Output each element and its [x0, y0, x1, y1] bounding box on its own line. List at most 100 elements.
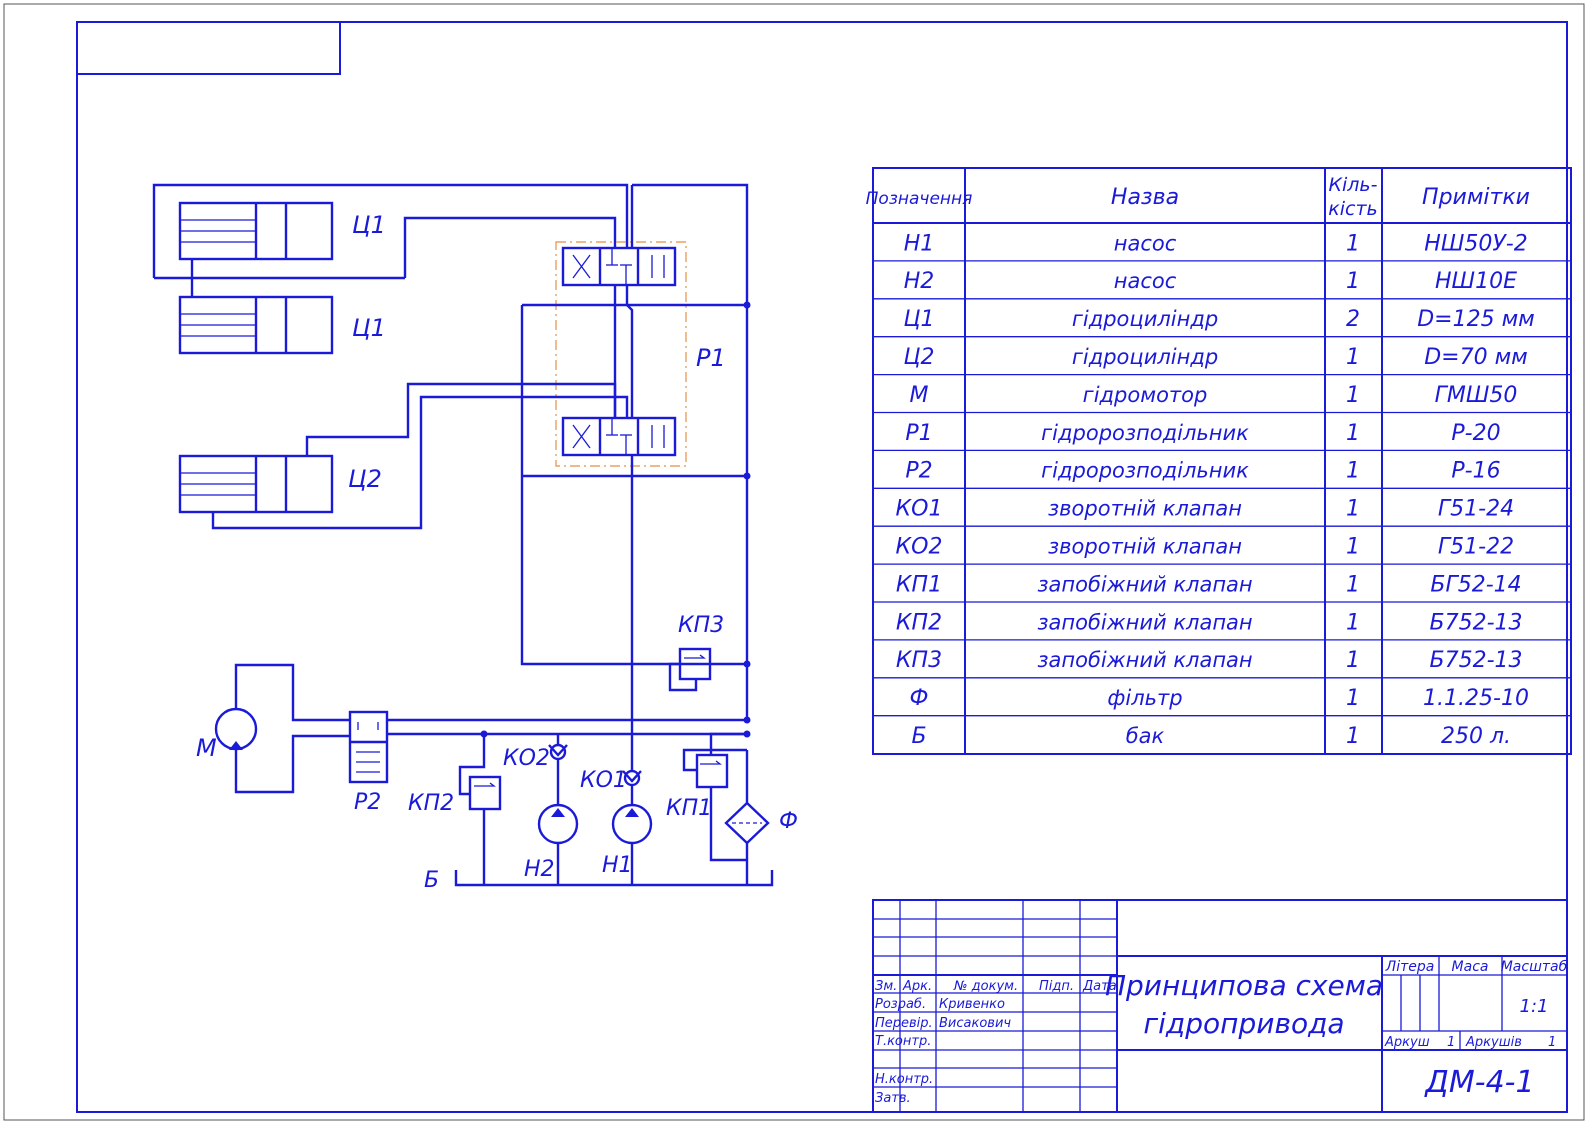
- spec-cell-name: гідроцилiндр: [1072, 345, 1218, 369]
- spec-cell-designation: Р1: [905, 421, 932, 446]
- spec-cell-qty: 1: [1346, 231, 1360, 256]
- tb-doc-code: ДМ-4-1: [1423, 1065, 1534, 1100]
- title-block: Зм. Арк. № докум. Підп. Дата Розраб. Кри…: [872, 899, 1568, 1113]
- spec-cell-notes: 1.1.25-10: [1423, 686, 1529, 711]
- tb-col-change: Зм.: [875, 979, 897, 994]
- drawing-sheet: Ц1 Ц1 Ц2 Р1 КП3 М Р2 КП2 КО2 КО1 КП1 Ф Н…: [3, 3, 1585, 1121]
- tb-sheet-label: Аркуш: [1384, 1035, 1430, 1050]
- spec-cell-designation: КП2: [896, 610, 942, 635]
- spec-cell-notes: НШ50У-2: [1424, 231, 1527, 256]
- spec-cell-notes: D=125 мм: [1417, 307, 1535, 332]
- cylinder-c1-top: [178, 201, 334, 261]
- check-valve-ko2: [548, 743, 568, 761]
- spec-cell-qty: 1: [1346, 345, 1360, 370]
- spec-cell-name: насос: [1114, 231, 1177, 255]
- spec-cell-name: насос: [1114, 269, 1177, 293]
- spec-cell-notes: Г51-24: [1438, 497, 1514, 522]
- valve-p1-upper: [561, 246, 677, 287]
- spec-cell-name: запобіжний клапан: [1037, 648, 1252, 672]
- tb-checked-label: Перевір.: [875, 1016, 933, 1031]
- label-n1: Н1: [602, 853, 633, 878]
- tb-col-doc: № докум.: [953, 979, 1018, 994]
- spec-cell-designation: Н1: [904, 231, 935, 256]
- relief-valve-kp3: [668, 647, 712, 692]
- spec-cell-qty: 1: [1346, 648, 1360, 673]
- spec-cell-notes: Б752-13: [1429, 610, 1522, 635]
- pump-n2: [537, 803, 579, 845]
- spec-cell-qty: 1: [1346, 572, 1360, 597]
- tb-sheets-label: Аркушів: [1465, 1035, 1522, 1050]
- label-tank: Б: [424, 868, 439, 893]
- tb-sheet-value: 1: [1447, 1035, 1455, 1050]
- spec-cell-notes: D=70 мм: [1424, 345, 1528, 370]
- hydraulic-schematic: Ц1 Ц1 Ц2 Р1 КП3 М Р2 КП2 КО2 КО1 КП1 Ф Н…: [152, 183, 798, 893]
- spec-cell-qty: 1: [1346, 497, 1360, 522]
- spec-cell-notes: Г51-22: [1438, 534, 1514, 559]
- spec-cell-notes: Р-20: [1451, 421, 1500, 446]
- label-n2: Н2: [524, 857, 555, 882]
- spec-cell-name: зворотній клапан: [1048, 534, 1242, 558]
- spec-cell-designation: Ц2: [903, 345, 934, 370]
- relief-valve-kp2: [458, 734, 502, 885]
- spec-cell-name: запобіжний клапан: [1037, 610, 1252, 634]
- tb-checked-name: Висакович: [939, 1016, 1011, 1031]
- cylinder-c2: [178, 454, 334, 514]
- label-c1-bottom: Ц1: [352, 314, 386, 342]
- header-qty-line2: кість: [1328, 198, 1377, 220]
- valve-p2: [348, 710, 389, 784]
- spec-cell-notes: БГ52-14: [1430, 572, 1521, 597]
- spec-cell-qty: 1: [1346, 686, 1360, 711]
- specification-table: Позначення Назва Кіль- кість Примітки Н1…: [866, 167, 1572, 755]
- spec-cell-qty: 1: [1346, 534, 1360, 559]
- spec-cell-designation: Б: [911, 724, 926, 749]
- spec-cell-name: зворотній клапан: [1048, 497, 1242, 521]
- spec-cell-name: гідроцилiндр: [1072, 307, 1218, 331]
- tb-scale-label: Масштаб: [1501, 959, 1568, 975]
- spec-cell-notes: Р-16: [1451, 459, 1500, 484]
- spec-cell-designation: КП3: [896, 648, 942, 673]
- tb-ncontrol-label: Н.контр.: [875, 1072, 933, 1087]
- header-qty-line1: Кіль-: [1329, 174, 1378, 196]
- spec-cell-name: запобіжний клапан: [1037, 572, 1252, 596]
- tb-col-sign: Підп.: [1039, 979, 1074, 994]
- label-ko2: КО2: [503, 746, 550, 771]
- tb-mass-label: Маса: [1452, 959, 1489, 975]
- spec-cell-designation: Ф: [910, 686, 929, 711]
- spec-cell-name: гідророзподільник: [1041, 421, 1249, 445]
- label-p1: Р1: [696, 344, 726, 372]
- header-notes: Примітки: [1422, 185, 1530, 210]
- spec-cell-name: гідророзподільник: [1041, 459, 1249, 483]
- spec-cell-designation: КП1: [896, 572, 942, 597]
- spec-cell-qty: 2: [1346, 307, 1360, 332]
- spec-cell-designation: Н2: [904, 269, 935, 294]
- tb-developed-label: Розраб.: [875, 997, 926, 1012]
- tb-approved-label: Затв.: [875, 1091, 911, 1106]
- spec-cell-designation: КО1: [896, 497, 943, 522]
- label-kp1: КП1: [666, 796, 712, 821]
- spec-cell-name: бак: [1126, 724, 1165, 748]
- spec-cell-qty: 1: [1346, 421, 1360, 446]
- spec-cell-notes: 250 л.: [1441, 724, 1511, 749]
- spec-cell-designation: Р2: [905, 459, 932, 484]
- label-ko1: КО1: [580, 768, 627, 793]
- header-designation: Позначення: [866, 189, 973, 209]
- hydraulic-motor-m: [214, 663, 350, 794]
- spec-cell-name: гідромотор: [1083, 383, 1208, 407]
- tb-developed-name: Кривенко: [939, 997, 1005, 1012]
- header-name: Назва: [1111, 185, 1179, 210]
- tb-litera-label: Літера: [1385, 959, 1435, 975]
- spec-cell-qty: 1: [1346, 383, 1360, 408]
- valve-p1-lower: [561, 416, 677, 457]
- label-c2: Ц2: [348, 465, 382, 493]
- cylinder-c1-bottom: [178, 295, 334, 355]
- spec-table-rows: Н1 насос 1 НШ50У-2 Н2 насос 1 НШ10Е Ц1 гідроцилiн…: [873, 231, 1571, 749]
- label-motor: М: [196, 734, 217, 762]
- tb-tcontrol-label: Т.контр.: [875, 1034, 931, 1049]
- label-p2: Р2: [354, 790, 381, 815]
- spec-cell-designation: КО2: [896, 534, 943, 559]
- label-c1-top: Ц1: [352, 211, 386, 239]
- spec-cell-notes: ГМШ50: [1435, 383, 1518, 408]
- spec-cell-name: фільтр: [1107, 686, 1182, 710]
- tb-col-sheet: Арк.: [902, 979, 932, 994]
- spec-cell-qty: 1: [1346, 724, 1360, 749]
